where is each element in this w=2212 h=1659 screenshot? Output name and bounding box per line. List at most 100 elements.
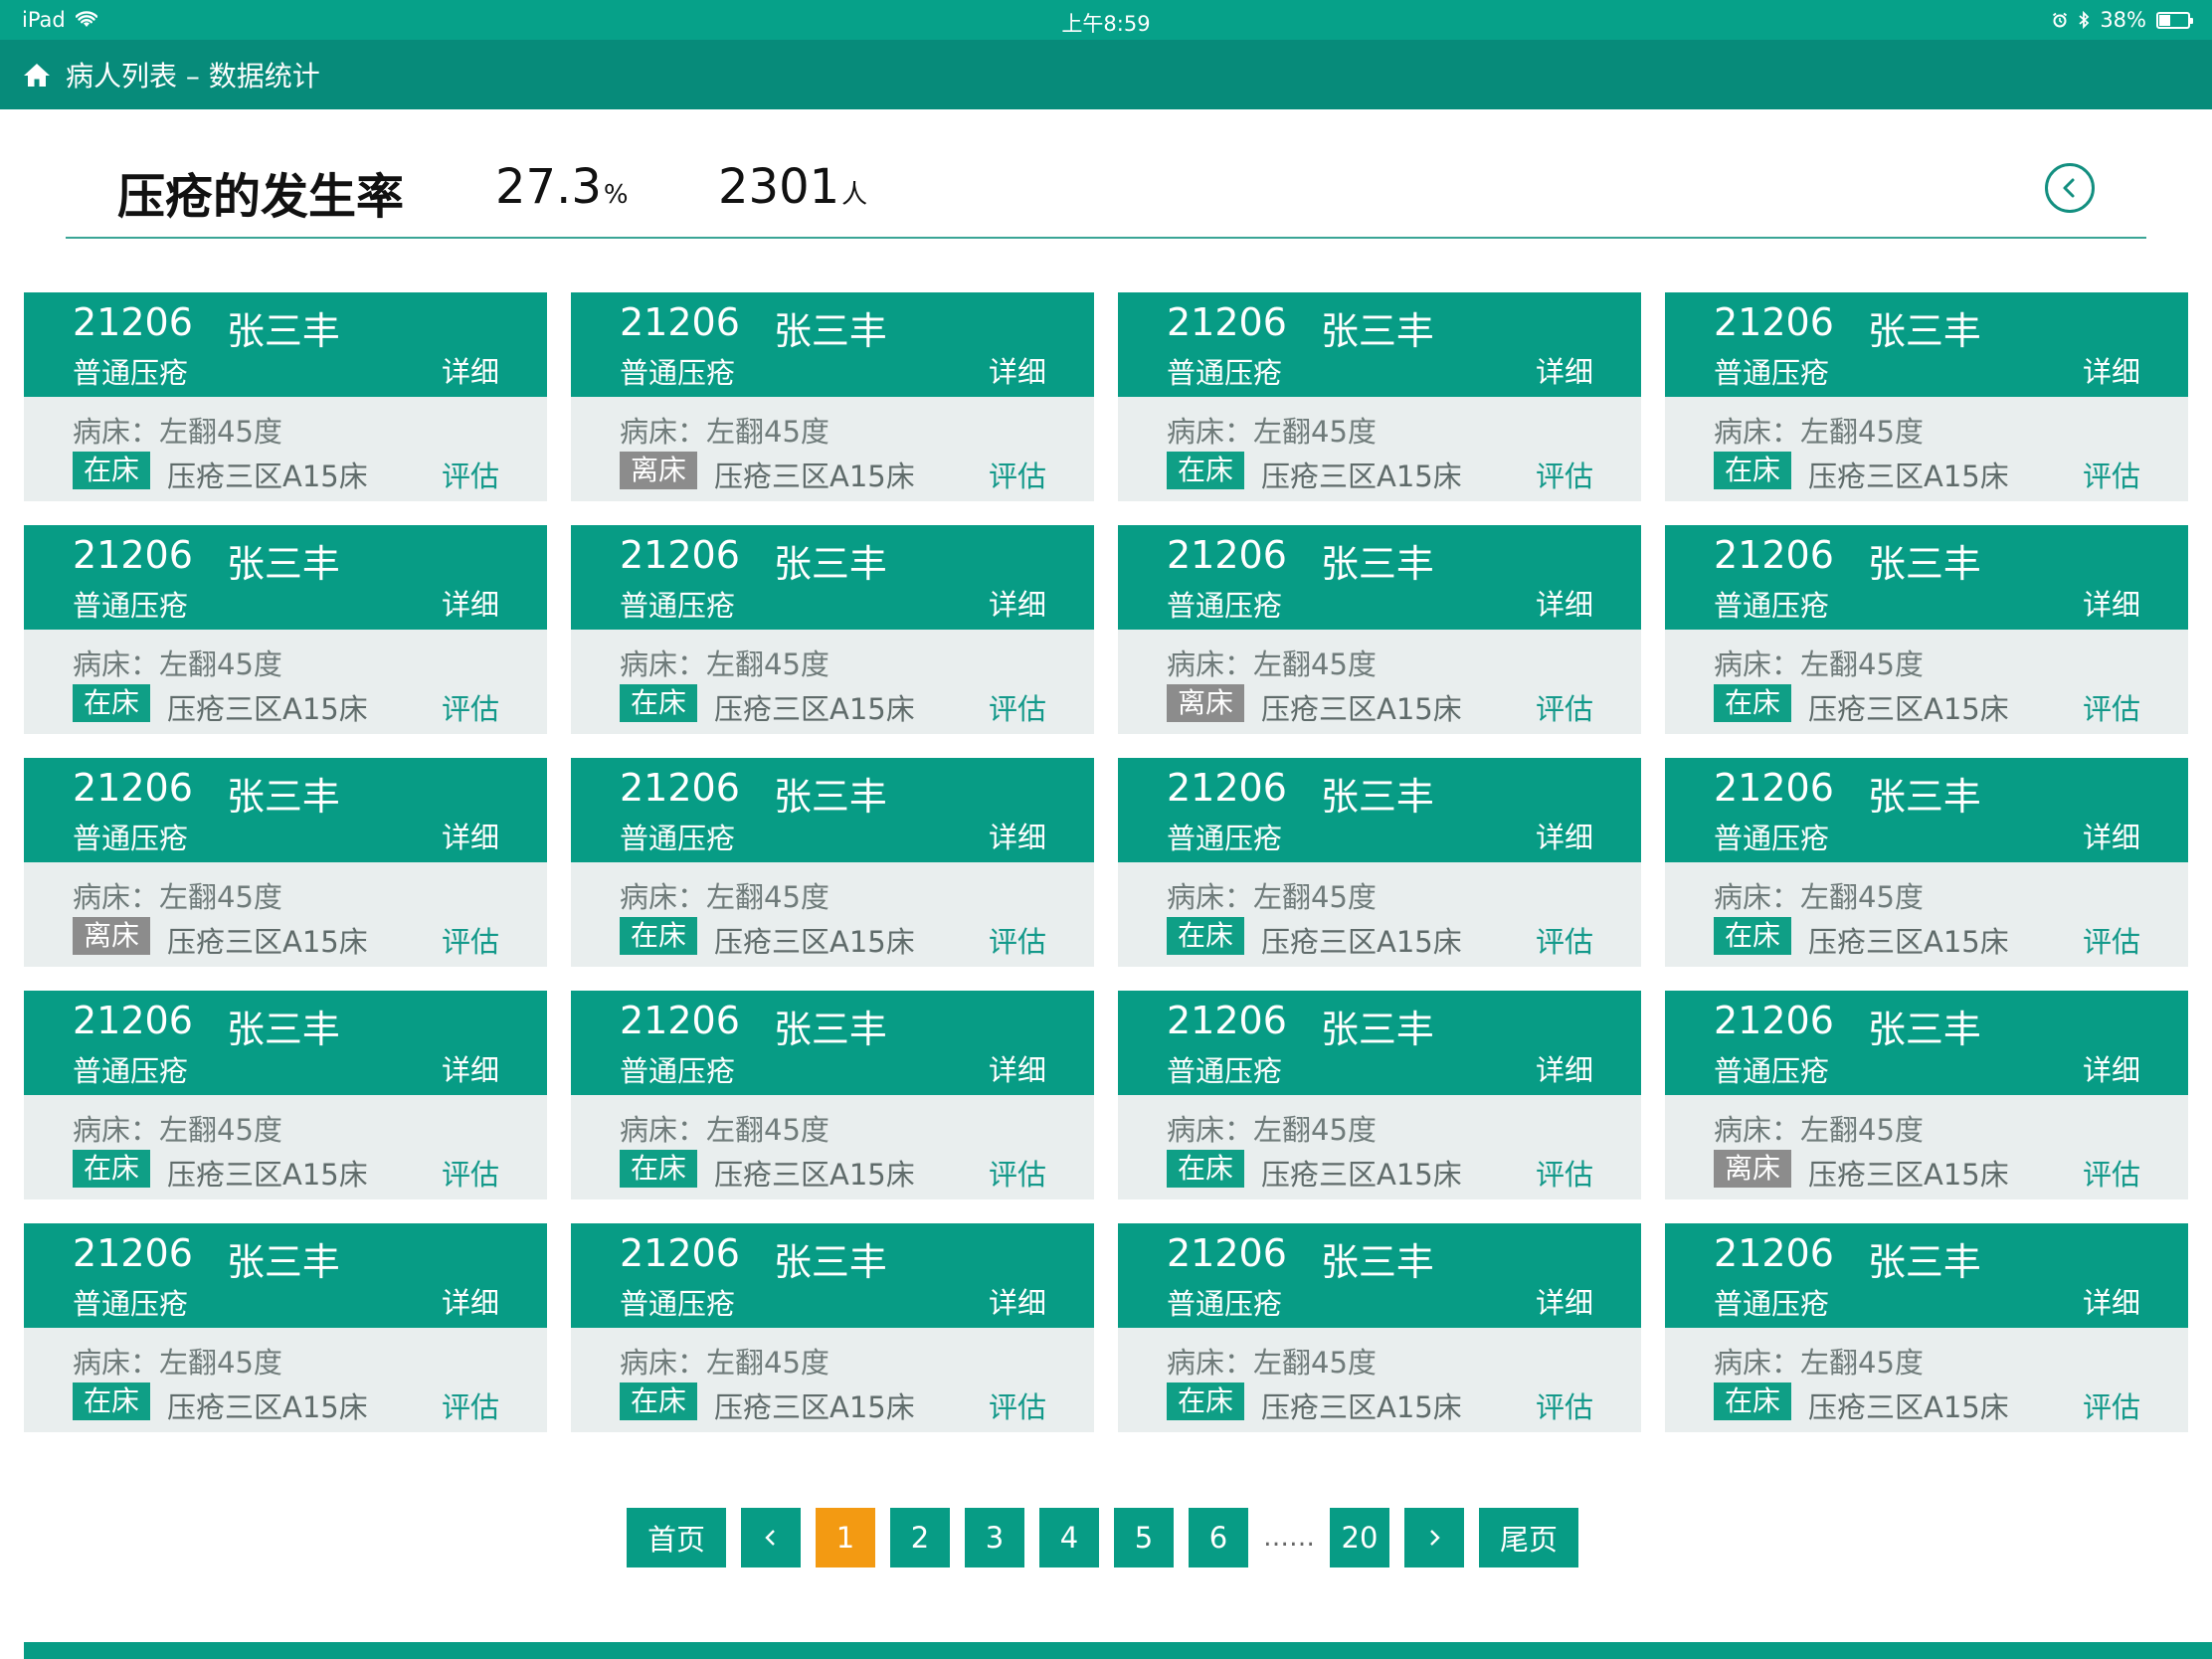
bed-location: 压疮三区A15床	[1261, 925, 1462, 959]
battery-percent: 38%	[2100, 8, 2146, 32]
card-header: 21206 张三丰 普通压疮 详细	[571, 1223, 1094, 1328]
bed-status-badge: 在床	[1167, 1382, 1245, 1420]
assess-link[interactable]: 评估	[442, 686, 499, 728]
chevron-right-icon	[1430, 1530, 1440, 1546]
detail-link[interactable]: 详细	[442, 815, 499, 856]
chevron-left-icon	[765, 1530, 775, 1546]
page-button-5[interactable]: 5	[1114, 1508, 1174, 1567]
patient-card: 21206 张三丰 普通压疮 详细 病床：左翻45度 在床 压疮三区A15床 评…	[571, 758, 1094, 967]
card-title: 21206 张三丰	[1167, 533, 1434, 588]
assess-link[interactable]: 评估	[442, 919, 499, 961]
patient-grid: 21206 张三丰 普通压疮 详细 病床：左翻45度 在床 压疮三区A15床 评…	[24, 292, 2188, 1432]
card-title: 21206 张三丰	[620, 533, 887, 588]
card-title: 21206 张三丰	[1167, 766, 1434, 821]
assess-link[interactable]: 评估	[989, 1384, 1046, 1426]
card-body: 病床：左翻45度 在床 压疮三区A15床 评估	[1118, 397, 1641, 501]
detail-link[interactable]: 详细	[989, 1047, 1046, 1089]
detail-link[interactable]: 详细	[1536, 349, 1593, 391]
card-header: 21206 张三丰 普通压疮 详细	[1665, 758, 2188, 862]
detail-link[interactable]: 详细	[2083, 582, 2140, 624]
assess-link[interactable]: 评估	[989, 454, 1046, 495]
last-page-button[interactable]: 尾页	[1479, 1508, 1578, 1567]
pagination-ellipsis: ……	[1263, 1523, 1315, 1553]
detail-link[interactable]: 详细	[1536, 1047, 1593, 1089]
ulcer-type: 普通压疮	[1167, 1287, 1283, 1321]
detail-link[interactable]: 详细	[2083, 1047, 2140, 1089]
bluetooth-icon	[2079, 11, 2090, 29]
home-icon[interactable]	[22, 60, 52, 90]
assess-link[interactable]: 评估	[989, 919, 1046, 961]
room-number: 21206	[73, 999, 193, 1042]
assess-link[interactable]: 评估	[442, 454, 499, 495]
patient-card: 21206 张三丰 普通压疮 详细 病床：左翻45度 在床 压疮三区A15床 评…	[571, 525, 1094, 734]
ulcer-type: 普通压疮	[1167, 589, 1283, 623]
patient-card: 21206 张三丰 普通压疮 详细 病床：左翻45度 在床 压疮三区A15床 评…	[1118, 1223, 1641, 1432]
next-page-button[interactable]	[1404, 1508, 1464, 1567]
detail-link[interactable]: 详细	[1536, 815, 1593, 856]
prev-page-button[interactable]	[741, 1508, 801, 1567]
detail-link[interactable]: 详细	[2083, 1280, 2140, 1322]
assess-link[interactable]: 评估	[1536, 454, 1593, 495]
bed-location: 压疮三区A15床	[714, 460, 915, 493]
assess-link[interactable]: 评估	[442, 1384, 499, 1426]
pagination: 首页 123456 …… 20 尾页	[627, 1508, 1578, 1567]
assess-link[interactable]: 评估	[1536, 1152, 1593, 1194]
card-body: 病床：左翻45度 在床 压疮三区A15床 评估	[1665, 397, 2188, 501]
ulcer-type: 普通压疮	[1167, 822, 1283, 855]
bed-position: 病床：左翻45度	[73, 1113, 282, 1147]
detail-link[interactable]: 详细	[989, 349, 1046, 391]
bed-position: 病床：左翻45度	[1167, 880, 1377, 914]
battery-level-fill	[2159, 14, 2170, 26]
assess-link[interactable]: 评估	[2083, 1384, 2140, 1426]
detail-link[interactable]: 详细	[2083, 815, 2140, 856]
room-number: 21206	[620, 766, 740, 810]
detail-link[interactable]: 详细	[442, 349, 499, 391]
assess-link[interactable]: 评估	[2083, 454, 2140, 495]
patient-count: 2301人	[718, 159, 867, 215]
patient-card: 21206 张三丰 普通压疮 详细 病床：左翻45度 离床 压疮三区A15床 评…	[24, 758, 547, 967]
card-header: 21206 张三丰 普通压疮 详细	[24, 525, 547, 630]
page-button-2[interactable]: 2	[890, 1508, 950, 1567]
assess-link[interactable]: 评估	[1536, 686, 1593, 728]
detail-link[interactable]: 详细	[442, 1047, 499, 1089]
ulcer-type: 普通压疮	[1167, 1054, 1283, 1088]
detail-link[interactable]: 详细	[2083, 349, 2140, 391]
page-button-last-number[interactable]: 20	[1330, 1508, 1389, 1567]
detail-link[interactable]: 详细	[442, 1280, 499, 1322]
detail-link[interactable]: 详细	[989, 582, 1046, 624]
detail-link[interactable]: 详细	[1536, 582, 1593, 624]
page-button-3[interactable]: 3	[965, 1508, 1024, 1567]
assess-link[interactable]: 评估	[442, 1152, 499, 1194]
rate-value: 27.3	[495, 159, 602, 215]
assess-link[interactable]: 评估	[1536, 919, 1593, 961]
patient-name: 张三丰	[1867, 542, 1981, 586]
alarm-icon	[2053, 12, 2068, 28]
card-title: 21206 张三丰	[1714, 1231, 1981, 1286]
detail-link[interactable]: 详细	[989, 815, 1046, 856]
detail-link[interactable]: 详细	[442, 582, 499, 624]
back-button[interactable]	[2045, 163, 2095, 213]
detail-link[interactable]: 详细	[989, 1280, 1046, 1322]
card-body: 病床：左翻45度 离床 压疮三区A15床 评估	[1118, 630, 1641, 734]
assess-link[interactable]: 评估	[2083, 1152, 2140, 1194]
assess-link[interactable]: 评估	[1536, 1384, 1593, 1426]
room-number: 21206	[1167, 766, 1287, 810]
assess-link[interactable]: 评估	[989, 686, 1046, 728]
page-button-6[interactable]: 6	[1189, 1508, 1248, 1567]
ulcer-type: 普通压疮	[1167, 356, 1283, 390]
bed-status-badge: 离床	[620, 452, 698, 489]
assess-link[interactable]: 评估	[989, 1152, 1046, 1194]
room-number: 21206	[1714, 1231, 1834, 1275]
first-page-button[interactable]: 首页	[627, 1508, 726, 1567]
assess-link[interactable]: 评估	[2083, 919, 2140, 961]
bed-status-badge: 在床	[620, 917, 698, 955]
patient-name: 张三丰	[1867, 1008, 1981, 1051]
room-number: 21206	[1714, 533, 1834, 577]
detail-link[interactable]: 详细	[1536, 1280, 1593, 1322]
page-button-1[interactable]: 1	[816, 1508, 875, 1567]
assess-link[interactable]: 评估	[2083, 686, 2140, 728]
room-number: 21206	[1167, 300, 1287, 344]
bed-position: 病床：左翻45度	[620, 647, 830, 681]
status-right: 38%	[2052, 8, 2193, 32]
page-button-4[interactable]: 4	[1039, 1508, 1099, 1567]
